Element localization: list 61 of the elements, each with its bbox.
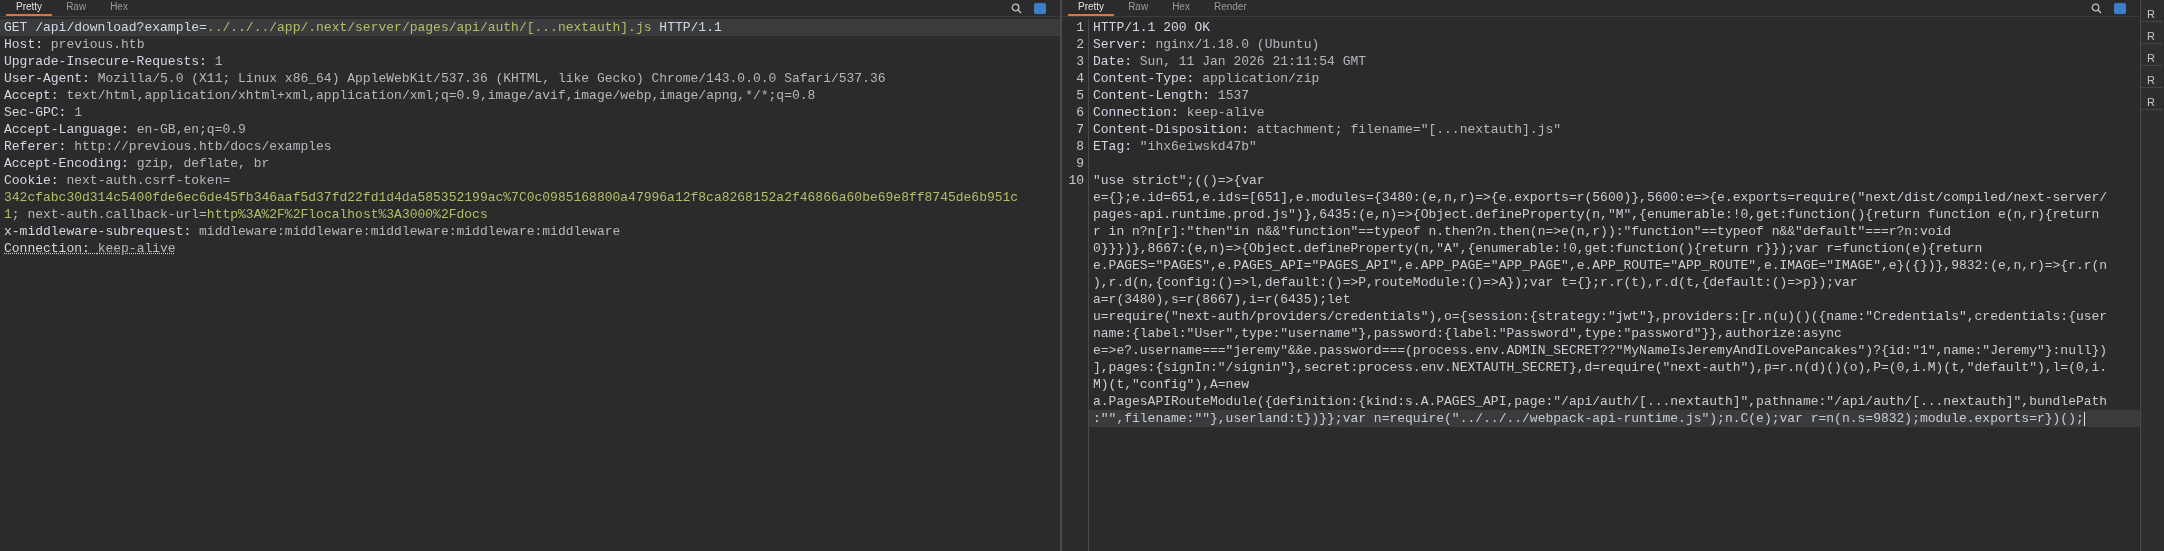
response-line: e=>e?.username==="jeremy"&&e.password===(process.env.ADMIN_SECRET??"MyNameIsJeremyAndILovePancakes")?{id:"1",name:"Jeremy"}:null}) [1092,342,2109,359]
line-number: 7 [1062,121,1089,138]
request-line: 342cfabc30d314c5400fde6ec6de45fb346aaf5d37fd22fd1d4da585352199ac%7C0c0985168800a47996a12f8ca8268152a2f46866a60be69e8ff8745de6b951c [3,189,1020,206]
view-tab[interactable]: Raw [1118,1,1159,16]
line-number: 1 [1062,19,1089,36]
line-number: 9 [1062,155,1089,172]
request-line: Accept: text/html,application/xhtml+xml,application/xml;q=0.9,image/avif,image/webp,image/apng,*/*;q=0.8 [3,87,817,104]
line-number: 6 [1062,104,1089,121]
request-line: Accept-Encoding: gzip, deflate, br [3,155,271,172]
response-line: e={};e.id=651,e.ids=[651],e.modules={3480:(e,n,r)=>{e.exports=r(5600)},5600:e=>{e.exports=require("next/dist/compiled/next-server/ [1092,189,2109,206]
response-line: e.PAGES="PAGES",e.PAGES_API="PAGES_API",e.APP_PAGE="APP_PAGE",e.APP_ROUTE="APP_ROUTE",e.IMAGE="IMAGE",e}({})},9832:(e,n,r)=>{r.r(n [1092,257,2109,274]
response-line: Date: Sun, 11 Jan 2026 21:11:54 GMT [1092,53,1368,70]
line-number: 10 [1062,172,1089,189]
view-tab[interactable]: Pretty [1068,1,1115,16]
response-line: ),r.d(n,{config:()=>l,default:()=>P,routeModule:()=>A});var t={};r.r(t),r.d(t,{default:()=>p});var [1092,274,1859,291]
request-line: Cookie: next-auth.csrf-token= [3,172,232,189]
request-line: User-Agent: Mozilla/5.0 (X11; Linux x86_64) AppleWebKit/537.36 (KHTML, like Gecko) Chrome/143.0.0.0 Safari/537.36 [3,70,887,87]
search-icon[interactable] [1011,2,1022,14]
inspector-tab[interactable]: R [2141,88,2163,110]
request-line: Referer: http://previous.htb/docs/examples [3,138,333,155]
view-tab[interactable]: Hex [1162,1,1200,16]
line-number: 2 [1062,36,1089,53]
response-line: HTTP/1.1 200 OK [1092,19,1212,36]
view-tab[interactable]: Raw [56,1,97,16]
response-line: name:{label:"User",type:"username"},password:{label:"Password",type:"password"}},authorize:async [1092,325,1843,342]
response-line: ETag: "ihx6eiwskd47b" [1092,138,1258,155]
response-line: Content-Type: application/zip [1092,70,1321,87]
response-line: Content-Length: 1537 [1092,87,1251,104]
response-line: r in n?n[r]:"then"in n&&"function"==typeof n.then?n.then(n=>e(n,r)):"function"==typeof n&&"default"===r?n:void [1092,223,1953,240]
request-line: Host: previous.htb [3,36,146,53]
request-line: Upgrade-Insecure-Requests: 1 [3,53,224,70]
response-line: u=require("next-auth/providers/credentials"),o={session:{strategy:"jwt"},providers:[r.n(u)()({name:"Credentials",credentials:{user [1092,308,2109,325]
response-line: a.PagesAPIRouteModule({definition:{kind:s.A.PAGES_API,page:"/api/auth/[...nextauth]",pathname:"/api/auth/[...nextauth]",bundlePath [1092,393,2109,410]
request-line: Connection: keep-alive [3,240,177,257]
response-line: a=r(3480),s=r(8667),i=r(6435);let [1092,291,1352,308]
request-line: Accept-Language: en-GB,en;q=0.9 [3,121,247,138]
inspector-tab[interactable]: R [2141,0,2163,22]
response-line: "use strict";(()=>{var [1092,172,1266,189]
response-line: M)(t,"config"),A=new [1092,376,1251,393]
response-line: Connection: keep-alive [1092,104,1266,121]
request-line: 1; next-auth.callback-url=http%3A%2F%2Flocalhost%3A3000%2Fdocs [3,206,489,223]
response-line: pages-api.runtime.prod.js")},6435:(e,n)=>{Object.defineProperty(n,"M",{enumerable:!0,get:function(){return function e(n,r){return [1092,206,2101,223]
toggle-icon[interactable] [2114,2,2126,14]
inspector-tab[interactable]: R [2141,22,2163,44]
inspector-tab[interactable]: R [2141,44,2163,66]
toggle-icon[interactable] [1034,2,1046,14]
inspector-tab[interactable]: R [2141,66,2163,88]
view-tab[interactable]: Pretty [6,1,53,16]
response-line: Server: nginx/1.18.0 (Ubuntu) [1092,36,1321,53]
request-line: Sec-GPC: 1 [3,104,84,121]
response-line: ],pages:{signIn:"/signin"},secret:process.env.NEXTAUTH_SECRET},d=require("next-auth"),p=r.n(d)()(o),P=(0,i.M)(t,"default"),l=(0,i. [1092,359,2109,376]
view-tab[interactable]: Hex [100,1,138,16]
response-line: 0}}})},8667:(e,n)=>{Object.defineProperty(n,"A",{enumerable:!0,get:function(){return r}});var r=function(e){return [1092,240,1984,257]
response-line: Content-Disposition: attachment; filename="[...nextauth].js" [1092,121,1563,138]
view-tab[interactable]: Render [1203,1,1257,16]
search-icon[interactable] [2091,2,2102,14]
line-number: 5 [1062,87,1089,104]
request-line: x-middleware-subrequest: middleware:middleware:middleware:middleware:middleware [3,223,622,240]
line-number: 8 [1062,138,1089,155]
line-number: 3 [1062,53,1089,70]
line-number: 4 [1062,70,1089,87]
